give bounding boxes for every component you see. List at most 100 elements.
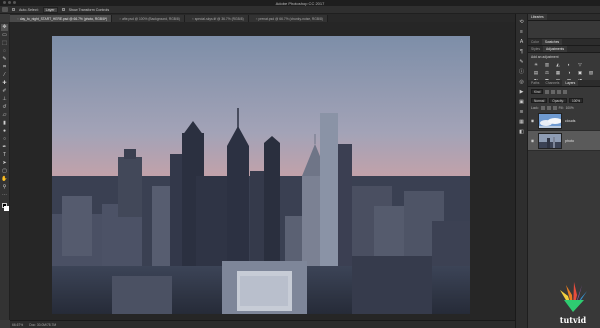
hand-tool-icon[interactable]: ✋ bbox=[1, 176, 8, 183]
color-lookup-icon[interactable]: ▧ bbox=[587, 70, 595, 76]
kind-filter-dropdown[interactable]: Kind bbox=[531, 89, 544, 94]
lock-pixels-icon[interactable] bbox=[540, 106, 545, 110]
fill-label: Fill: bbox=[558, 106, 564, 110]
layer-comps-panel-icon[interactable]: ▣ bbox=[518, 99, 525, 105]
healing-tool-icon[interactable]: ✚ bbox=[1, 80, 8, 87]
pixel-filter-icon[interactable] bbox=[545, 89, 550, 94]
tab-styles[interactable]: Styles bbox=[528, 46, 543, 52]
shape-tool-icon[interactable]: ▢ bbox=[1, 168, 8, 175]
vibrance-icon[interactable]: ▽ bbox=[576, 62, 584, 68]
layer-name[interactable]: clouds bbox=[565, 119, 575, 123]
curves-icon[interactable]: ◭ bbox=[554, 62, 562, 68]
tab-swatches[interactable]: Swatches bbox=[541, 39, 563, 45]
app-title: Adobe Photoshop CC 2017 bbox=[275, 0, 325, 6]
gradient-tool-icon[interactable]: ▮ bbox=[1, 120, 8, 127]
visibility-eye-icon[interactable]: ◉ bbox=[530, 138, 535, 143]
lasso-tool-icon[interactable]: ◌ bbox=[1, 48, 8, 55]
more-tools-icon[interactable]: ⋯ bbox=[1, 192, 8, 199]
exposure-icon[interactable]: ◐ bbox=[565, 62, 573, 68]
tab-channels[interactable]: Channels bbox=[542, 80, 562, 86]
auto-select-checkbox[interactable] bbox=[12, 8, 15, 11]
tab-layers[interactable]: Layers bbox=[562, 80, 579, 86]
tab-libraries[interactable]: Libraries bbox=[528, 14, 547, 20]
eraser-tool-icon[interactable]: ▱ bbox=[1, 112, 8, 119]
tab-document-3[interactable]: × special-skys.tif @ 36.7% (RGB/8) bbox=[184, 15, 249, 22]
close-tab-icon[interactable]: × bbox=[119, 17, 121, 21]
move-tool-preset-icon[interactable] bbox=[2, 7, 8, 12]
type-tool-icon[interactable]: T bbox=[1, 152, 8, 159]
photo-thumbnail-image bbox=[539, 133, 561, 148]
photo-filter-icon[interactable]: ◑ bbox=[565, 70, 573, 76]
document-image[interactable] bbox=[52, 36, 470, 314]
close-tab-icon[interactable]: × bbox=[17, 17, 19, 21]
tab-document-1[interactable]: × day_to_night_START_HERE.psd @ 66.7% (p… bbox=[10, 15, 113, 22]
adjustments-tab-bar: Styles Adjustments bbox=[528, 46, 600, 53]
libraries-tab-bar: Libraries bbox=[528, 14, 600, 21]
blend-mode-dropdown[interactable]: Normal bbox=[531, 98, 548, 103]
marquee-tool-icon[interactable]: ⬚ bbox=[1, 40, 8, 47]
zoom-button[interactable] bbox=[13, 1, 16, 4]
zoom-level[interactable]: 66.67% bbox=[12, 323, 23, 327]
character-panel-icon[interactable]: A bbox=[518, 39, 525, 45]
artboard-tool-icon[interactable]: ▭ bbox=[1, 32, 8, 39]
lock-position-icon[interactable] bbox=[546, 106, 551, 110]
pen-tool-icon[interactable]: ✒ bbox=[1, 144, 8, 151]
minimize-button[interactable] bbox=[8, 1, 11, 4]
right-panels: Libraries Color Swatches Styles Adjustme… bbox=[527, 14, 600, 328]
lock-all-icon[interactable] bbox=[552, 106, 557, 110]
channels-panel-icon[interactable]: ≋ bbox=[518, 109, 525, 115]
color-balance-icon[interactable]: ⚖ bbox=[543, 70, 551, 76]
move-tool-icon[interactable]: ✥ bbox=[1, 24, 8, 31]
black-white-icon[interactable]: ▦ bbox=[554, 70, 562, 76]
crop-tool-icon[interactable]: ⌗ bbox=[1, 64, 8, 71]
dodge-tool-icon[interactable]: ○ bbox=[1, 136, 8, 143]
transform-controls-checkbox[interactable] bbox=[61, 8, 65, 11]
layer-name[interactable]: photo bbox=[565, 139, 574, 143]
styles-panel-icon[interactable]: ◧ bbox=[518, 129, 525, 135]
tab-document-2[interactable]: × afte.psd @ 100% (Background, RGB/8) bbox=[112, 15, 185, 22]
levels-icon[interactable]: ▥ bbox=[543, 62, 551, 68]
quick-select-tool-icon[interactable]: ✎ bbox=[1, 56, 8, 63]
adjustment-filter-icon[interactable] bbox=[551, 89, 556, 94]
tab-paths[interactable]: Paths bbox=[528, 80, 542, 86]
type-filter-icon[interactable] bbox=[557, 89, 562, 94]
opacity-field[interactable]: 100% bbox=[568, 98, 584, 103]
swatches-panel-icon[interactable]: ▦ bbox=[518, 119, 525, 125]
eyedropper-tool-icon[interactable]: ⁄ bbox=[1, 72, 8, 79]
clone-stamp-tool-icon[interactable]: ⊥ bbox=[1, 96, 8, 103]
properties-panel-icon[interactable]: ≡ bbox=[518, 29, 525, 35]
brush-panel-icon[interactable]: ✎ bbox=[518, 59, 525, 65]
close-tab-icon[interactable]: × bbox=[256, 17, 258, 21]
auto-select-dropdown[interactable]: Layer bbox=[42, 6, 58, 13]
visibility-eye-icon[interactable]: ◉ bbox=[530, 118, 535, 123]
document-canvas-area[interactable] bbox=[10, 22, 515, 320]
layer-row-photo[interactable]: ◉ photo bbox=[528, 131, 600, 151]
tab-adjustments[interactable]: Adjustments bbox=[542, 46, 568, 52]
navigator-panel-icon[interactable]: ◎ bbox=[518, 79, 525, 85]
history-panel-icon[interactable]: ⟲ bbox=[518, 19, 525, 25]
layer-row-clouds[interactable]: ◉ clouds bbox=[528, 111, 600, 131]
history-brush-tool-icon[interactable]: ↺ bbox=[1, 104, 8, 111]
shape-filter-icon[interactable] bbox=[563, 89, 568, 94]
brush-tool-icon[interactable]: ✐ bbox=[1, 88, 8, 95]
color-tab-bar: Color Swatches bbox=[528, 39, 600, 46]
channel-mixer-icon[interactable]: ▣ bbox=[576, 70, 584, 76]
zoom-tool-icon[interactable]: ⚲ bbox=[1, 184, 8, 191]
close-tab-icon[interactable]: × bbox=[192, 17, 194, 21]
info-panel-icon[interactable]: ⓘ bbox=[518, 69, 525, 75]
close-button[interactable] bbox=[3, 1, 6, 4]
path-select-tool-icon[interactable]: ➤ bbox=[1, 160, 8, 167]
paragraph-panel-icon[interactable]: ¶ bbox=[518, 49, 525, 55]
background-color-swatch[interactable] bbox=[4, 206, 9, 211]
brightness-contrast-icon[interactable]: ☀ bbox=[532, 62, 540, 68]
fill-field[interactable]: 100% bbox=[566, 106, 574, 110]
window-controls[interactable] bbox=[3, 1, 16, 4]
blend-row: Normal Opacity: 100% bbox=[528, 96, 600, 105]
tab-document-4[interactable]: × prenat.psd @ 66.7% (chunky-noise, RGB/… bbox=[248, 15, 328, 22]
actions-panel-icon[interactable]: ▶ bbox=[518, 89, 525, 95]
tutvid-logo: tutvid bbox=[556, 282, 590, 326]
tools-panel: ✥ ▭ ⬚ ◌ ✎ ⌗ ⁄ ✚ ✐ ⊥ ↺ ▱ ▮ ● ○ ✒ T ➤ ▢ ✋ … bbox=[0, 22, 10, 320]
blur-tool-icon[interactable]: ● bbox=[1, 128, 8, 135]
hue-saturation-icon[interactable]: ▤ bbox=[532, 70, 540, 76]
tab-color[interactable]: Color bbox=[528, 39, 542, 45]
